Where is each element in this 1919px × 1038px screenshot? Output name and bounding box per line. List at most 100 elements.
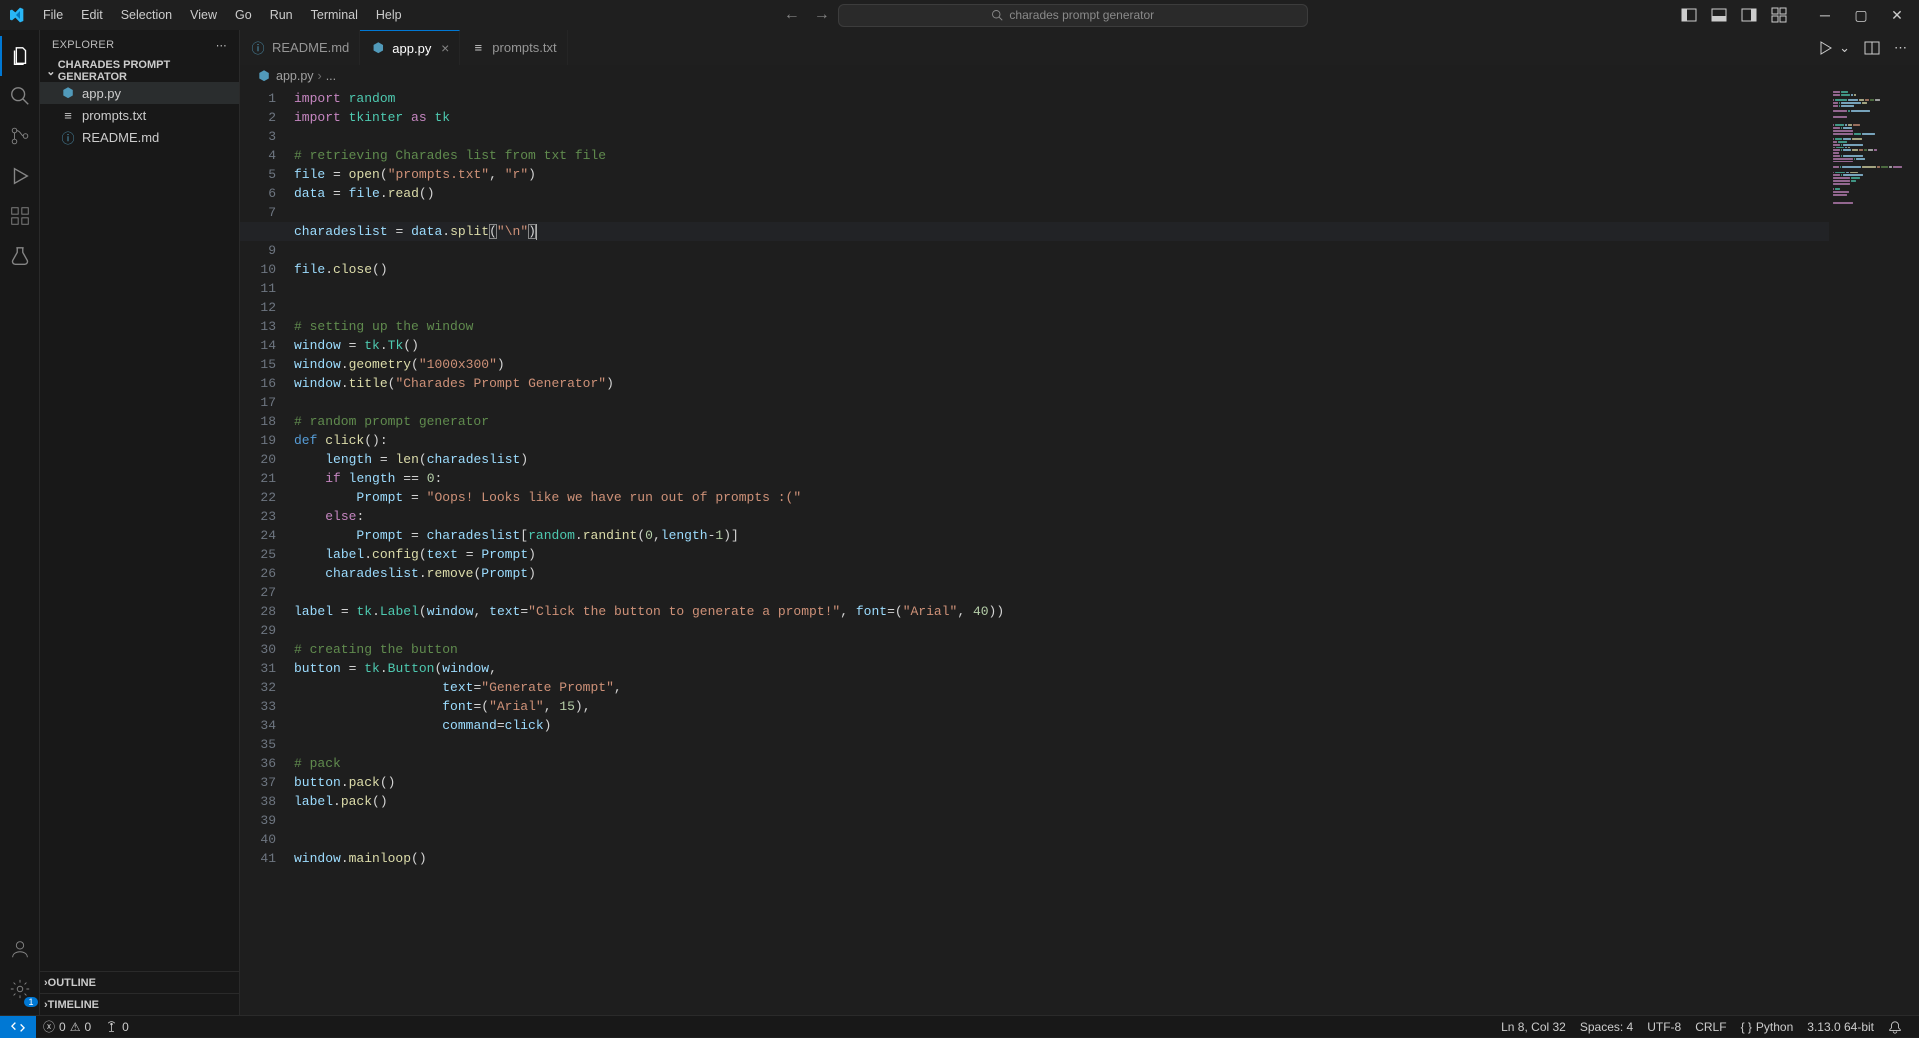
nav-arrows: ← → — [784, 6, 830, 24]
menu-edit[interactable]: Edit — [72, 4, 112, 26]
activity-bar: 1 — [0, 30, 40, 1015]
remote-indicator[interactable] — [0, 1016, 36, 1038]
vscode-logo-icon — [8, 7, 24, 23]
project-root[interactable]: ⌄ CHARADES PROMPT GENERATOR — [40, 60, 239, 82]
status-right: Ln 8, Col 32 Spaces: 4 UTF-8 CRLF { }Pyt… — [1494, 1016, 1919, 1037]
title-center: ← → charades prompt generator — [411, 4, 1681, 27]
file-label: README.md — [82, 130, 159, 145]
breadcrumb-rest: ... — [326, 69, 336, 83]
breadcrumb-sep: › — [318, 69, 322, 83]
file-item-readme[interactable]: ⓘ README.md — [40, 126, 239, 148]
more-actions-icon[interactable]: ⋯ — [1894, 40, 1907, 56]
main-content: 1 EXPLORER ⋯ ⌄ CHARADES PROMPT GENERATOR… — [0, 30, 1919, 1015]
info-file-icon: ⓘ — [60, 129, 76, 145]
tab-label: prompts.txt — [492, 40, 556, 55]
file-item-prompts[interactable]: ≡ prompts.txt — [40, 104, 239, 126]
outline-label: OUTLINE — [48, 977, 96, 989]
python-interpreter[interactable]: 3.13.0 64-bit — [1800, 1016, 1881, 1037]
code-area[interactable]: import randomimport tkinter as tk # retr… — [294, 87, 1829, 1015]
warning-icon: ⚠ — [70, 1020, 81, 1034]
command-center[interactable]: charades prompt generator — [838, 4, 1308, 27]
notifications-icon[interactable] — [1881, 1016, 1909, 1037]
file-label: prompts.txt — [82, 108, 146, 123]
search-icon — [991, 9, 1003, 21]
settings-gear-icon[interactable]: 1 — [0, 969, 40, 1009]
problems-status[interactable]: ⓧ0 ⚠0 — [36, 1016, 98, 1037]
search-activity-icon[interactable] — [0, 76, 40, 116]
file-list: ⬢ app.py ≡ prompts.txt ⓘ README.md — [40, 82, 239, 971]
eol-status[interactable]: CRLF — [1688, 1016, 1733, 1037]
close-button[interactable]: ✕ — [1879, 0, 1915, 30]
timeline-section[interactable]: › TIMELINE — [40, 993, 239, 1015]
run-debug-icon[interactable] — [0, 156, 40, 196]
window-controls: ─ ▢ ✕ — [1807, 0, 1915, 30]
file-item-app[interactable]: ⬢ app.py — [40, 82, 239, 104]
nav-forward-icon[interactable]: → — [814, 6, 830, 24]
run-dropdown-icon[interactable]: ⌄ — [1839, 40, 1850, 56]
tab-readme[interactable]: ⓘ README.md — [240, 30, 360, 65]
run-file-icon[interactable] — [1817, 40, 1833, 56]
menu-terminal[interactable]: Terminal — [302, 4, 367, 26]
text-file-icon: ≡ — [470, 40, 486, 56]
editor-region: ⓘ README.md ⬢ app.py × ≡ prompts.txt ⌄ ⋯… — [240, 30, 1919, 1015]
minimize-button[interactable]: ─ — [1807, 0, 1843, 30]
python-file-icon: ⬢ — [256, 68, 272, 84]
explorer-icon[interactable] — [0, 36, 40, 76]
language-mode[interactable]: { }Python — [1734, 1016, 1801, 1037]
error-icon: ⓧ — [43, 1018, 55, 1035]
breadcrumb-file: app.py — [276, 69, 314, 83]
toggle-sidebar-icon[interactable] — [1681, 7, 1697, 23]
extensions-icon[interactable] — [0, 196, 40, 236]
nav-back-icon[interactable]: ← — [784, 6, 800, 24]
python-file-icon: ⬢ — [60, 85, 76, 101]
customize-layout-icon[interactable] — [1771, 7, 1787, 23]
breadcrumb[interactable]: ⬢ app.py › ... — [240, 65, 1919, 87]
tab-actions: ⌄ ⋯ — [1817, 30, 1919, 65]
cursor-position[interactable]: Ln 8, Col 32 — [1494, 1016, 1573, 1037]
menu-go[interactable]: Go — [226, 4, 261, 26]
menu-view[interactable]: View — [181, 4, 226, 26]
tab-app[interactable]: ⬢ app.py × — [360, 30, 460, 65]
title-bar: File Edit Selection View Go Run Terminal… — [0, 0, 1919, 30]
accounts-icon[interactable] — [0, 929, 40, 969]
status-left: ⓧ0 ⚠0 0 — [0, 1016, 136, 1037]
minimap[interactable] — [1829, 87, 1919, 1015]
layout-controls — [1681, 7, 1787, 23]
toggle-right-sidebar-icon[interactable] — [1741, 7, 1757, 23]
ports-status[interactable]: 0 — [98, 1016, 136, 1037]
tab-label: README.md — [272, 40, 349, 55]
braces-icon: { } — [1741, 1020, 1752, 1034]
timeline-label: TIMELINE — [48, 999, 99, 1011]
info-file-icon: ⓘ — [250, 40, 266, 56]
menu-help[interactable]: Help — [367, 4, 411, 26]
menu-file[interactable]: File — [34, 4, 72, 26]
menu-run[interactable]: Run — [261, 4, 302, 26]
tab-label: app.py — [392, 41, 431, 56]
project-name: CHARADES PROMPT GENERATOR — [58, 59, 239, 83]
chevron-down-icon: ⌄ — [44, 65, 58, 78]
source-control-icon[interactable] — [0, 116, 40, 156]
split-editor-icon[interactable] — [1864, 40, 1880, 56]
editor-body[interactable]: 1234567891011121314151617181920212223242… — [240, 87, 1919, 1015]
encoding-status[interactable]: UTF-8 — [1640, 1016, 1688, 1037]
tab-prompts[interactable]: ≡ prompts.txt — [460, 30, 567, 65]
menu-selection[interactable]: Selection — [112, 4, 181, 26]
maximize-button[interactable]: ▢ — [1843, 0, 1879, 30]
antenna-icon — [105, 1020, 118, 1033]
toggle-panel-icon[interactable] — [1711, 7, 1727, 23]
sidebar: EXPLORER ⋯ ⌄ CHARADES PROMPT GENERATOR ⬢… — [40, 30, 240, 1015]
sidebar-title: EXPLORER — [52, 39, 114, 51]
tab-bar: ⓘ README.md ⬢ app.py × ≡ prompts.txt ⌄ ⋯ — [240, 30, 1919, 65]
menu-bar: File Edit Selection View Go Run Terminal… — [34, 4, 411, 26]
sidebar-more-icon[interactable]: ⋯ — [216, 39, 227, 52]
python-file-icon: ⬢ — [370, 40, 386, 56]
status-bar: ⓧ0 ⚠0 0 Ln 8, Col 32 Spaces: 4 UTF-8 CRL… — [0, 1015, 1919, 1037]
search-text: charades prompt generator — [1009, 8, 1154, 22]
file-label: app.py — [82, 86, 121, 101]
outline-section[interactable]: › OUTLINE — [40, 971, 239, 993]
testing-icon[interactable] — [0, 236, 40, 276]
sidebar-header: EXPLORER ⋯ — [40, 30, 239, 60]
indentation-status[interactable]: Spaces: 4 — [1573, 1016, 1640, 1037]
tab-close-icon[interactable]: × — [441, 40, 449, 56]
text-file-icon: ≡ — [60, 107, 76, 123]
